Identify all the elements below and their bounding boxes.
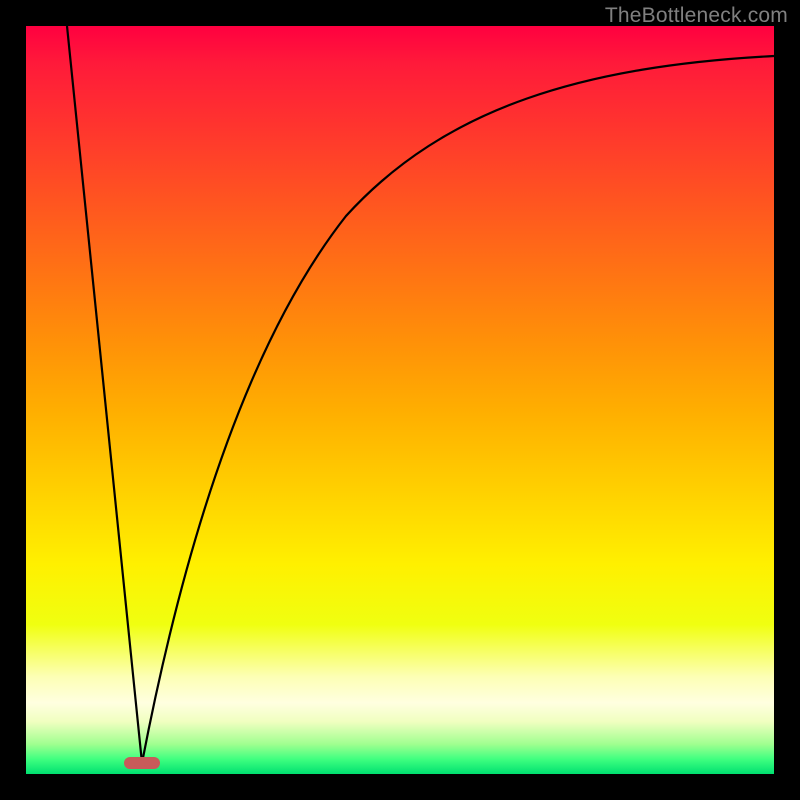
- curve-right-branch: [142, 56, 774, 763]
- bottleneck-curve: [26, 26, 774, 774]
- chart-frame: TheBottleneck.com: [0, 0, 800, 800]
- optimum-marker: [124, 757, 160, 769]
- plot-area: [26, 26, 774, 774]
- watermark-text: TheBottleneck.com: [605, 4, 788, 28]
- curve-left-branch: [67, 26, 142, 763]
